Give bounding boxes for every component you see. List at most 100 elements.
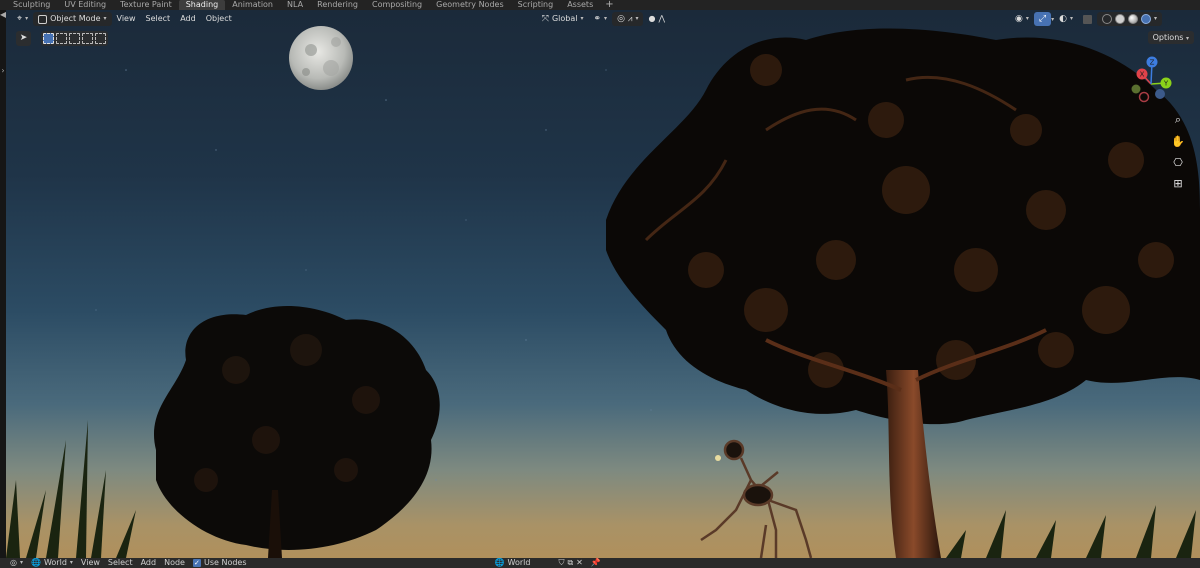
editor-type-icon: ◎ bbox=[10, 558, 17, 567]
overlay-toggle[interactable]: ◐ ▾ bbox=[1054, 12, 1078, 26]
moon bbox=[289, 26, 353, 90]
orientation-label: Global bbox=[551, 14, 578, 23]
small-tree bbox=[153, 305, 440, 558]
visibility-icon: ◉ bbox=[1015, 14, 1023, 24]
axis-neg-x-handle[interactable] bbox=[1138, 91, 1150, 103]
hand-icon[interactable]: ✋ bbox=[1170, 133, 1186, 149]
select-new-icon[interactable] bbox=[43, 32, 54, 44]
chevron-down-icon: ▾ bbox=[1185, 35, 1189, 42]
menu-view[interactable]: View bbox=[112, 12, 141, 26]
shader-editor-header: ◎ ▾ 🌐 World ▾ View Select Add Node ✓ Use Nod… bbox=[0, 558, 1200, 568]
robot-figure bbox=[700, 439, 813, 558]
zoom-icon[interactable]: ⌕ bbox=[1170, 112, 1186, 128]
tab-nla[interactable]: NLA bbox=[280, 0, 310, 10]
snap-icon: ⚭ bbox=[593, 14, 602, 24]
chevron-down-icon: ▾ bbox=[635, 15, 639, 22]
falloff-icon: ⩘ bbox=[627, 14, 633, 23]
tab-assets[interactable]: Assets bbox=[560, 0, 600, 10]
world-icon: 🌐 bbox=[494, 558, 505, 567]
close-icon[interactable]: ✕ bbox=[576, 558, 583, 568]
axis-neg-y-handle[interactable] bbox=[1131, 84, 1141, 94]
object-mode-icon bbox=[38, 14, 48, 24]
shading-rendered-icon[interactable] bbox=[1140, 14, 1151, 24]
options-dropdown[interactable]: Options ▾ bbox=[1147, 31, 1194, 44]
menu-select-bottom[interactable]: Select bbox=[108, 558, 133, 568]
context-selector[interactable]: 🌐 World ▾ bbox=[31, 558, 73, 568]
tab-scripting[interactable]: Scripting bbox=[511, 0, 561, 10]
context-label: World bbox=[43, 558, 67, 567]
render-scene bbox=[6, 26, 1200, 558]
tab-shading[interactable]: Shading bbox=[178, 0, 226, 10]
menu-node-bottom[interactable]: Node bbox=[164, 558, 185, 568]
select-extend-icon[interactable] bbox=[56, 32, 67, 44]
tab-sculpting[interactable]: Sculpting bbox=[6, 0, 57, 10]
shading-solid-icon[interactable] bbox=[1114, 14, 1125, 24]
editor-type-icon: ⌖ bbox=[17, 14, 23, 24]
dot-icon: ● bbox=[648, 14, 656, 23]
navigation-gizmo[interactable]: X Y Z bbox=[1116, 54, 1186, 114]
cursor-icon: ➤ bbox=[19, 33, 28, 43]
shading-modes: ▾ bbox=[1096, 12, 1162, 26]
camera-icon[interactable]: ⎔ bbox=[1170, 154, 1186, 170]
3d-viewport[interactable] bbox=[6, 10, 1200, 558]
tool-row: ➤ bbox=[16, 30, 108, 46]
copy-icon[interactable]: ⧉ bbox=[567, 558, 573, 568]
select-tool-button[interactable]: ➤ bbox=[16, 30, 31, 46]
proportional-edit-icon: ◎ bbox=[617, 14, 625, 24]
editor-type-selector-bottom[interactable]: ◎ ▾ bbox=[10, 558, 23, 568]
shield-icon[interactable]: ⛉ bbox=[558, 558, 564, 568]
pin-button[interactable]: 📌 bbox=[591, 558, 601, 568]
mode-selector[interactable]: Object Mode ▾ bbox=[33, 12, 112, 26]
selection-mode-group bbox=[41, 30, 108, 46]
menu-view-bottom[interactable]: View bbox=[81, 558, 100, 568]
pin-icon: 📌 bbox=[590, 558, 601, 567]
mode-label: Object Mode bbox=[50, 14, 101, 23]
world-name: World bbox=[507, 558, 531, 567]
transform-orientation[interactable]: ⤧ Global ▾ bbox=[537, 12, 589, 26]
axis-neg-z-handle[interactable] bbox=[1155, 89, 1165, 99]
menu-add[interactable]: Add bbox=[175, 12, 201, 26]
visibility-toggle[interactable]: ◉ ▾ bbox=[1010, 12, 1034, 26]
tab-compositing[interactable]: Compositing bbox=[365, 0, 429, 10]
tab-rendering[interactable]: Rendering bbox=[310, 0, 365, 10]
add-workspace-button[interactable]: + bbox=[600, 0, 618, 10]
tab-texture-paint[interactable]: Texture Paint bbox=[113, 0, 179, 10]
tab-uv-editing[interactable]: UV Editing bbox=[57, 0, 113, 10]
workspace-tabs: Sculpting UV Editing Texture Paint Shadi… bbox=[0, 0, 1200, 10]
chevron-down-icon: ▾ bbox=[103, 15, 107, 22]
large-tree bbox=[606, 28, 1200, 558]
world-icon: 🌐 bbox=[31, 558, 41, 567]
select-intersect-icon[interactable] bbox=[95, 32, 106, 44]
proportional-edit-toggle[interactable]: ◎ ⩘ ▾ bbox=[612, 12, 644, 26]
menu-add-bottom[interactable]: Add bbox=[141, 558, 157, 568]
gizmo-icon: ⤢ bbox=[1038, 14, 1047, 24]
chevron-down-icon: ▾ bbox=[1069, 15, 1073, 22]
xray-icon bbox=[1082, 14, 1092, 24]
navigation-controls: ⌕ ✋ ⎔ ⊞ bbox=[1170, 112, 1186, 191]
shading-material-icon[interactable] bbox=[1127, 14, 1138, 24]
menu-select[interactable]: Select bbox=[141, 12, 176, 26]
checkmark-icon: ✓ bbox=[192, 559, 201, 567]
grid-icon[interactable]: ⊞ bbox=[1170, 175, 1186, 191]
chevron-down-icon: ▾ bbox=[69, 559, 73, 566]
axis-z-label: Z bbox=[1150, 59, 1155, 67]
snap-toggle[interactable]: ⚭ ▾ bbox=[589, 12, 613, 26]
chevron-down-icon: ▾ bbox=[580, 15, 584, 22]
viewport-header: ⌖ ▾ Object Mode ▾ View Select Add Object … bbox=[6, 10, 1200, 28]
select-subtract-icon[interactable] bbox=[69, 32, 80, 44]
tab-animation[interactable]: Animation bbox=[225, 0, 280, 10]
shading-wireframe-icon[interactable] bbox=[1101, 14, 1112, 24]
dot-toggle[interactable]: ● ⋀ bbox=[643, 12, 670, 26]
xray-toggle[interactable] bbox=[1078, 12, 1097, 26]
datablock-actions: ⛉ ⧉ ✕ bbox=[558, 558, 582, 568]
use-nodes-checkbox[interactable]: ✓ Use Nodes bbox=[192, 558, 247, 568]
tab-geometry-nodes[interactable]: Geometry Nodes bbox=[429, 0, 510, 10]
select-invert-icon[interactable] bbox=[82, 32, 93, 44]
gizmo-toggle[interactable]: ⤢ bbox=[1033, 12, 1052, 26]
transform-pivot-icon: ⤧ bbox=[541, 14, 549, 24]
editor-type-selector[interactable]: ⌖ ▾ bbox=[12, 12, 33, 26]
chevron-down-icon[interactable]: ▾ bbox=[1154, 12, 1157, 26]
chevron-down-icon: ▾ bbox=[604, 15, 608, 22]
world-datablock-selector[interactable]: 🌐 World bbox=[495, 558, 531, 568]
menu-object[interactable]: Object bbox=[201, 12, 237, 26]
